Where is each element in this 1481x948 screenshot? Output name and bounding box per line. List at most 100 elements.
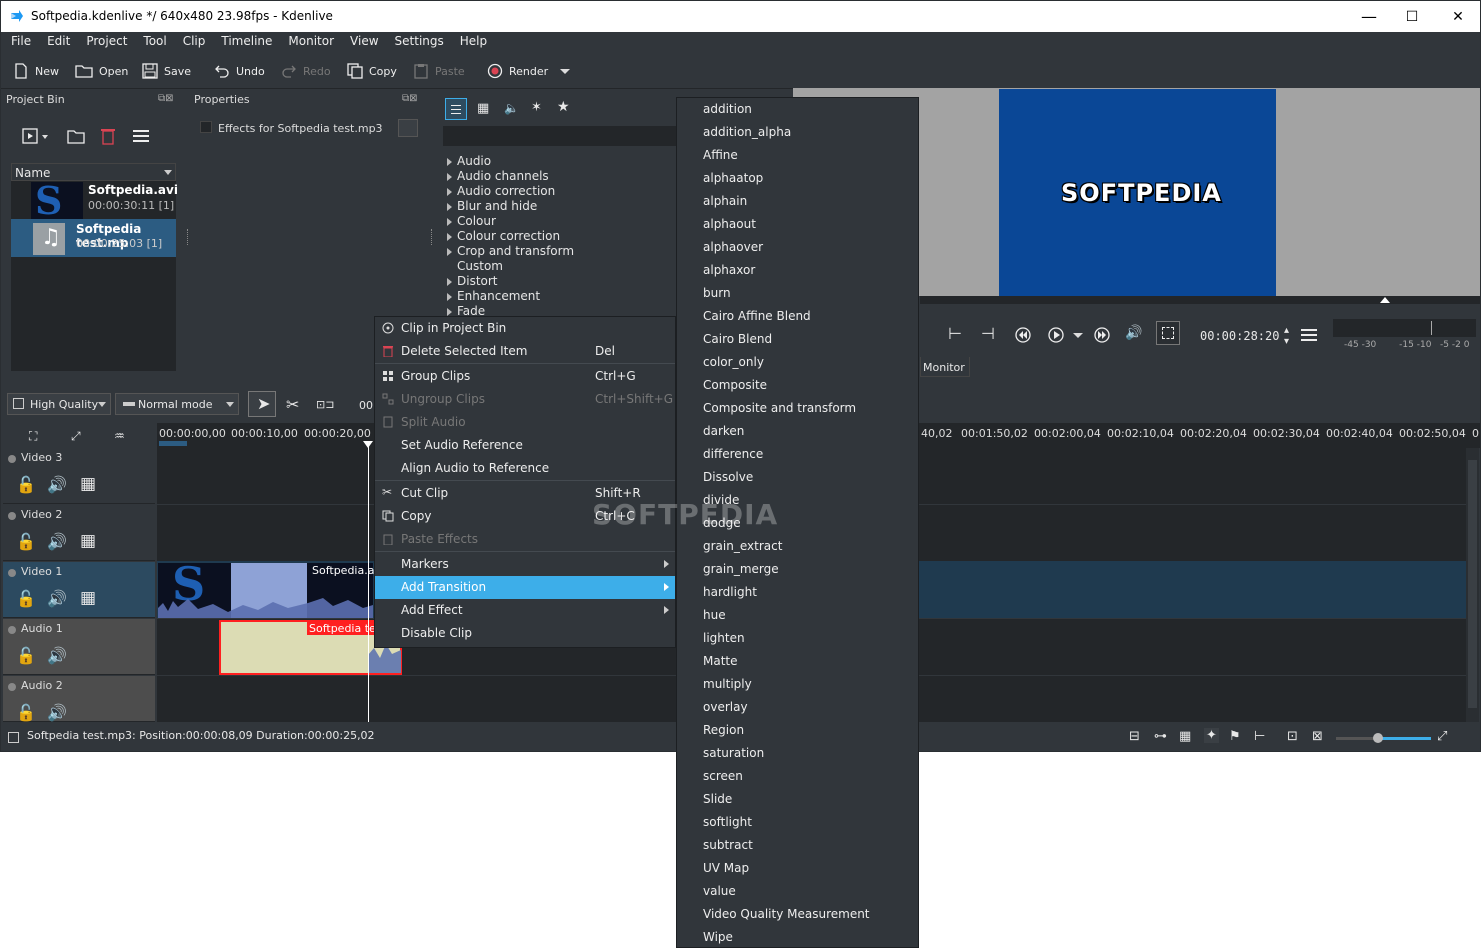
list-view-icon[interactable] [445,98,467,120]
razor-tool-icon[interactable]: ✂ [286,395,299,414]
copy-button[interactable]: Copy [347,61,397,81]
set-zone-in-icon[interactable]: ⊢ [948,324,962,343]
transition-item[interactable]: Video Quality Measurement [703,907,870,921]
open-button[interactable]: Open [75,61,128,81]
forward-icon[interactable] [1094,327,1110,343]
add-clip-icon[interactable] [21,127,49,145]
menu-item-add-transition[interactable]: Add Transition [375,576,675,599]
hamburger-menu-icon[interactable] [131,127,155,145]
expand-tracks-icon[interactable]: ⤢ [71,429,81,444]
zoom-slider[interactable] [1336,733,1431,743]
timeline-vertical-scrollbar[interactable] [1466,448,1479,722]
splitter-handle[interactable] [187,229,190,245]
zoom-fit-button[interactable] [1156,321,1180,345]
zoom-in-icon[interactable]: ⤢ [1437,729,1447,744]
timecode-spinner-icon[interactable]: ▴ ▾ [1284,325,1289,347]
transition-item[interactable]: screen [703,769,743,783]
rewind-icon[interactable] [1015,327,1031,343]
track-header-video-1[interactable]: Video 1 🔓 🔊 ▦ [3,562,155,618]
play-icon[interactable] [1048,327,1064,343]
delete-icon[interactable] [101,127,115,145]
transition-item[interactable]: lighten [703,631,745,645]
effect-category[interactable]: Enhancement [445,289,675,304]
menu-tool[interactable]: Tool [133,32,172,48]
volume-icon[interactable]: 🔊 [1125,325,1142,341]
custom-effects-filter-icon[interactable]: ✶ [531,100,542,115]
audio-mute-icon[interactable]: 🔊 [47,475,67,494]
effects-checkbox[interactable] [200,121,212,133]
monitor-ruler[interactable] [920,296,1480,304]
lock-icon[interactable]: 🔓 [16,646,36,665]
render-dropdown-icon[interactable] [560,68,571,74]
render-button[interactable]: Render [487,61,571,81]
lock-icon[interactable]: 🔓 [16,703,36,722]
minimize-button[interactable]: — [1346,1,1392,32]
lock-icon[interactable]: 🔓 [16,475,36,494]
transition-item[interactable]: Cairo Blend [703,332,772,346]
split-view-icon[interactable]: ⊶ [1154,729,1167,744]
menu-edit[interactable]: Edit [37,32,76,48]
transition-item[interactable]: hardlight [703,585,757,599]
lock-icon[interactable]: 🔓 [16,532,36,551]
transition-item[interactable]: grain_extract [703,539,782,553]
transition-item[interactable]: alphaxor [703,263,755,277]
transition-item[interactable]: softlight [703,815,752,829]
audio-thumbnail-toggle-icon[interactable]: ♒ [114,429,125,443]
transition-item[interactable]: value [703,884,736,898]
transition-item[interactable]: overlay [703,700,748,714]
quality-select[interactable]: High Quality [7,393,111,415]
transition-item[interactable]: burn [703,286,731,300]
edit-mode-select[interactable]: Normal mode [115,393,239,415]
effects-search-input[interactable] [443,126,677,146]
monitor-menu-icon[interactable] [1300,327,1322,343]
menu-item-align-audio[interactable]: Align Audio to Reference [375,457,675,480]
set-zone-out-icon[interactable]: ⊣ [981,324,995,343]
zoom-fit-icon[interactable]: ⊡ [1287,729,1298,744]
redo-button[interactable]: Redo [281,61,331,81]
timeline-playhead[interactable] [368,441,369,722]
effect-category[interactable]: Custom [445,259,675,274]
transition-item[interactable]: color_only [703,355,764,369]
transition-item[interactable]: grain_merge [703,562,779,576]
menu-item-disable-clip[interactable]: Disable Clip [375,622,675,645]
effect-category[interactable]: Distort [445,274,675,289]
transition-item[interactable]: Slide [703,792,732,806]
video-clip[interactable]: S Softpedia.av [158,557,381,618]
transition-item[interactable]: addition [703,102,752,116]
add-folder-icon[interactable] [67,127,85,145]
selection-tool-button[interactable]: ➤ [248,391,276,417]
transition-item[interactable]: multiply [703,677,752,691]
menu-item-delete-selected[interactable]: Delete Selected Item Del [375,340,675,363]
effect-category[interactable]: Crop and transform [445,244,675,259]
track-header-video-2[interactable]: Video 2 🔓 🔊 ▦ [3,505,155,561]
monitor-timecode[interactable]: 00:00:28:20 [1200,329,1279,343]
menu-item-add-effect[interactable]: Add Effect [375,599,675,622]
project-bin-float-close-icon[interactable]: ⧉⊠ [158,93,174,104]
transition-item[interactable]: alphaout [703,217,756,231]
favorite-effects-filter-icon[interactable]: ★ [557,99,570,115]
transition-item[interactable]: addition_alpha [703,125,791,139]
video-hide-icon[interactable]: ▦ [80,588,96,608]
transition-item[interactable]: Composite [703,378,767,392]
transition-item[interactable]: Affine [703,148,738,162]
splitter-handle-2[interactable] [431,229,434,245]
maximize-button[interactable]: ☐ [1389,1,1435,32]
bin-clip-item[interactable]: S Softpedia.avi 00:00:30:11 [1] [11,178,178,223]
effect-config-button[interactable] [398,119,418,137]
video-hide-icon[interactable]: ▦ [80,531,96,551]
thumbnail-toggle-icon[interactable]: ⊟ [1129,729,1140,744]
menu-item-markers[interactable]: Markers [375,553,675,576]
menu-timeline[interactable]: Timeline [211,32,278,48]
menu-file[interactable]: File [1,32,37,48]
zoom-out-icon[interactable]: ⊠ [1312,729,1323,744]
menu-settings[interactable]: Settings [385,32,450,48]
effect-category[interactable]: Audio [445,154,675,169]
menu-help[interactable]: Help [450,32,493,48]
menu-monitor[interactable]: Monitor [278,32,340,48]
spacer-tool-icon[interactable]: ⊡⊐ [316,398,334,411]
video-hide-icon[interactable]: ▦ [80,474,96,494]
menu-item-clip-in-project-bin[interactable]: Clip in Project Bin [375,317,675,340]
audio-mute-icon[interactable]: 🔊 [47,703,67,722]
play-dropdown-icon[interactable] [1073,333,1083,338]
tab-monitor[interactable]: Monitor [920,357,970,377]
